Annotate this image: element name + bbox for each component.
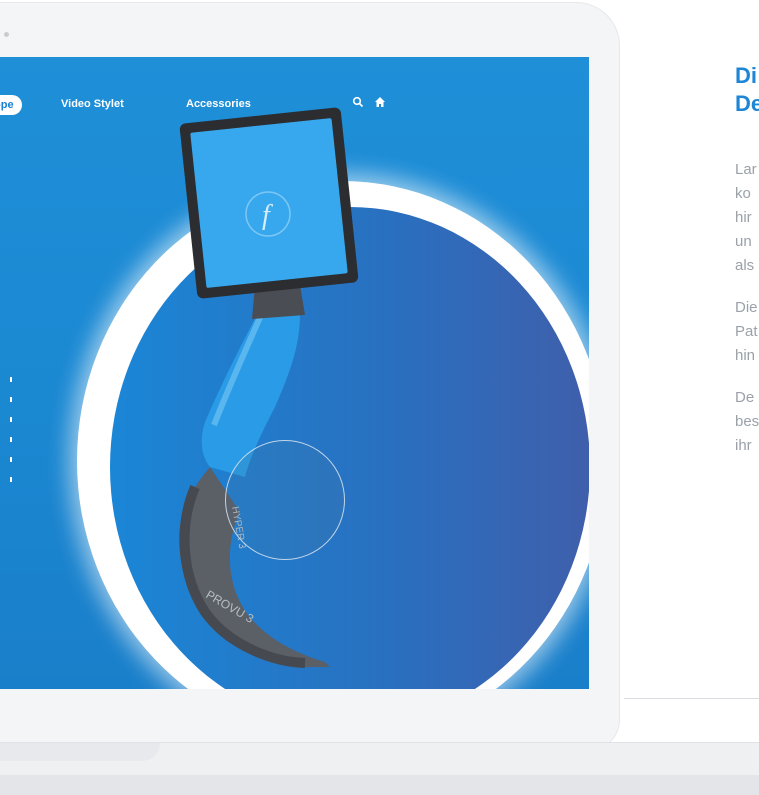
paragraph-line: als xyxy=(735,257,755,274)
paragraph-line: Pat xyxy=(735,323,758,340)
paragraph-line: ko xyxy=(735,185,751,202)
paragraph-line: bes xyxy=(735,413,759,430)
paragraph-line: Die xyxy=(735,299,758,316)
article-heading-line-1: Di xyxy=(735,63,757,88)
paragraph-line: Lar xyxy=(735,161,757,178)
base-shadow xyxy=(0,775,759,795)
article-heading-line-2: De xyxy=(735,91,759,116)
article-column: Di De Lar ko hir un als Die Pat hin De b… xyxy=(735,62,759,458)
paragraph-line: un xyxy=(735,233,752,250)
paragraph-line: hin xyxy=(735,347,756,364)
screen: ope Video Stylet Accessories f HYP xyxy=(0,57,589,689)
paragraph-line: De xyxy=(735,389,755,406)
laryngoscope-illustration: f HYPER 3 PROVU 3 xyxy=(179,107,359,668)
paragraph-line: hir xyxy=(735,209,752,226)
magnifier-lens xyxy=(225,440,345,560)
base-notch xyxy=(0,743,160,761)
paragraph-line: ihr xyxy=(735,437,752,454)
laptop-base xyxy=(0,742,759,795)
section-divider xyxy=(624,698,759,699)
article-paragraph-1: Lar ko hir un als xyxy=(735,158,759,278)
article-paragraph-2: Die Pat hin xyxy=(735,296,759,368)
article-paragraph-3: De bes ihr xyxy=(735,386,759,458)
webcam-dot xyxy=(4,32,9,37)
